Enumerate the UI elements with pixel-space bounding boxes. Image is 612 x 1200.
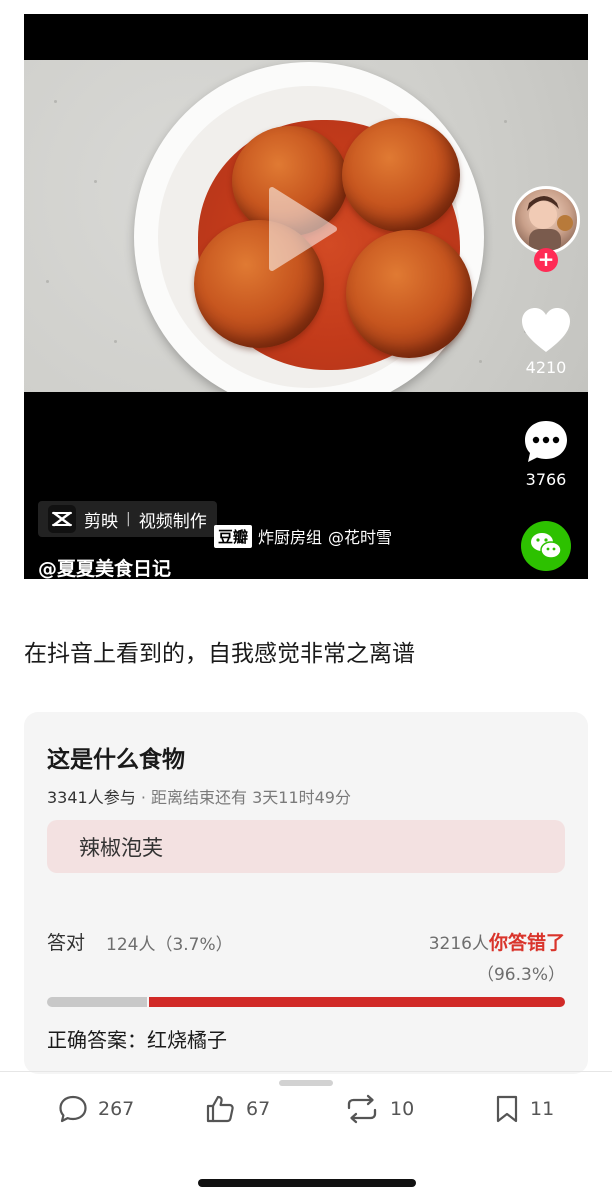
author-avatar[interactable] — [512, 186, 580, 254]
comment-count: 3766 — [525, 470, 567, 489]
wrong-percent: （96.3%） — [476, 965, 565, 985]
poll-bar-correct — [47, 997, 147, 1007]
wechat-icon — [521, 521, 571, 571]
heart-icon — [522, 308, 570, 352]
wrong-count: 3216人 — [428, 934, 489, 954]
like-count: 4210 — [525, 358, 567, 377]
poll-meta: 3341人参与 · 距离结束还有 3天11时49分 — [47, 784, 351, 808]
like-count-toolbar: 67 — [246, 1098, 271, 1120]
grab-handle[interactable] — [279, 1080, 333, 1086]
comment-icon — [59, 1095, 87, 1123]
bookmark-count-toolbar: 11 — [530, 1098, 555, 1120]
comment-action[interactable]: 3766 — [504, 418, 588, 489]
wrong-result: 3216人你答错了 — [429, 928, 565, 955]
share-action[interactable]: 分享 — [504, 520, 588, 579]
follow-button[interactable]: + — [534, 248, 558, 272]
capcut-separator: | — [126, 511, 131, 527]
like-action[interactable]: 4210 — [504, 306, 588, 377]
poll-title: 这是什么食物 — [47, 747, 185, 773]
capcut-logo-icon — [48, 505, 76, 533]
toolbar-divider — [0, 1071, 612, 1072]
video-player[interactable]: + 4210 3766 剪映 | 视频制作 豆瓣 炸厨房组 @花时雪 @夏夏美食… — [24, 14, 588, 579]
watermark-group: 炸厨房组 — [258, 528, 323, 547]
poll-bar-wrong — [149, 997, 565, 1007]
author-handle[interactable]: @夏夏美食日记 — [38, 554, 171, 579]
child-photo-icon — [527, 196, 573, 251]
capcut-tag: 剪映 | 视频制作 — [38, 501, 217, 537]
correct-answer: 正确答案：红烧橘子 — [47, 1028, 227, 1052]
comment-count-toolbar: 267 — [98, 1098, 135, 1120]
capcut-brand: 剪映 — [84, 511, 118, 532]
comment-bubble-icon — [525, 421, 567, 462]
home-indicator[interactable] — [198, 1179, 416, 1187]
correct-label: 答对 — [47, 932, 86, 954]
capcut-label: 视频制作 — [138, 511, 207, 532]
share-label: 分享 — [504, 576, 588, 579]
like-button[interactable]: 67 — [204, 1092, 270, 1126]
poll-participants: 3341人参与 — [47, 788, 136, 807]
poll-option-selected[interactable]: 辣椒泡芙 — [47, 820, 565, 873]
bookmark-icon — [496, 1095, 518, 1123]
repost-icon — [347, 1094, 377, 1124]
watermark-user: @花时雪 — [328, 528, 393, 547]
poll-time-remaining: · 距离结束还有 3天11时49分 — [140, 788, 351, 807]
douban-watermark: 豆瓣 炸厨房组 @花时雪 — [214, 524, 392, 548]
repost-count-toolbar: 10 — [390, 1098, 415, 1120]
wrong-label: 你答错了 — [488, 932, 565, 954]
correct-stat: 124人（3.7%） — [106, 935, 233, 955]
bookmark-button[interactable]: 11 — [494, 1092, 554, 1126]
poll-option-label: 辣椒泡芙 — [79, 835, 163, 860]
play-icon[interactable] — [264, 186, 338, 272]
douban-badge: 豆瓣 — [214, 524, 253, 548]
post-text: 在抖音上看到的，自我感觉非常之离谱 — [24, 641, 415, 667]
poll-result-bar — [47, 997, 565, 1007]
poll-card: 这是什么食物 3341人参与 · 距离结束还有 3天11时49分 辣椒泡芙 答对… — [24, 712, 588, 1074]
repost-button[interactable]: 10 — [344, 1092, 414, 1126]
thumbs-up-icon — [206, 1095, 234, 1123]
video-side-actions: + 4210 3766 — [504, 14, 588, 579]
comment-button[interactable]: 267 — [58, 1092, 134, 1126]
